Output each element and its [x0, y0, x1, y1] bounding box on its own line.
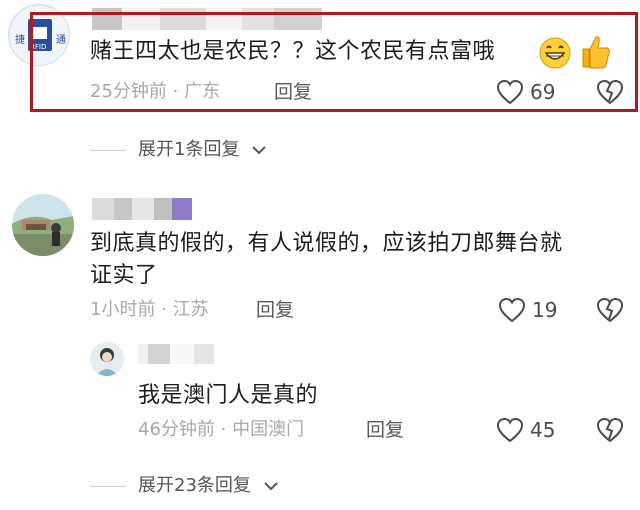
comment-meta: 46分钟前 · 中国澳门: [138, 418, 304, 442]
comment-location: 江苏: [172, 299, 209, 320]
avatar-photo-image: [90, 342, 124, 376]
like-count: 19: [532, 298, 558, 322]
broken-heart-icon[interactable]: [596, 417, 624, 443]
like-count: 45: [530, 418, 556, 442]
heart-icon: [496, 417, 524, 443]
avatar-photo-image: [12, 194, 74, 256]
meta-separator: ·: [220, 419, 227, 440]
comment-text-line: 到底真的假的，有人说假的，应该拍刀郎舞台就: [90, 231, 563, 256]
comment-text-content: 我是澳门人是真的: [138, 383, 319, 408]
comment-location: 中国澳门: [232, 419, 305, 440]
highlight-box: [30, 12, 638, 112]
expand-replies-label: 展开23条回复: [138, 475, 251, 496]
comment-text: 到底真的假的，有人说假的，应该拍刀郎舞台就 证实了: [90, 228, 630, 292]
avatar[interactable]: [90, 342, 124, 376]
meta-separator: ·: [161, 299, 167, 320]
username-blurred[interactable]: [138, 344, 224, 364]
avatar[interactable]: [12, 194, 74, 256]
reply-button[interactable]: 回复: [256, 298, 294, 322]
like-button[interactable]: 45: [496, 417, 555, 443]
divider-line: [90, 485, 126, 487]
comment-text-line: 证实了: [90, 263, 158, 288]
comment-text: 我是澳门人是真的: [138, 380, 318, 412]
chevron-down-icon: [252, 146, 267, 155]
comment-meta: 1小时前 · 江苏: [90, 298, 209, 322]
avatar-text-left: 捷: [15, 33, 25, 46]
chevron-down-icon: [264, 482, 278, 491]
expand-replies-label: 展开1条回复: [138, 139, 240, 160]
comment-time: 46分钟前: [138, 419, 215, 440]
username-blurred[interactable]: [92, 198, 202, 220]
divider-line: [90, 149, 126, 151]
broken-heart-icon[interactable]: [596, 297, 624, 323]
like-button[interactable]: 19: [498, 297, 557, 323]
expand-replies-button[interactable]: 展开23条回复: [90, 474, 279, 498]
reply-button[interactable]: 回复: [366, 418, 404, 442]
comment-time: 1小时前: [90, 299, 156, 320]
heart-icon: [498, 297, 526, 323]
expand-replies-button[interactable]: 展开1条回复: [90, 138, 267, 162]
